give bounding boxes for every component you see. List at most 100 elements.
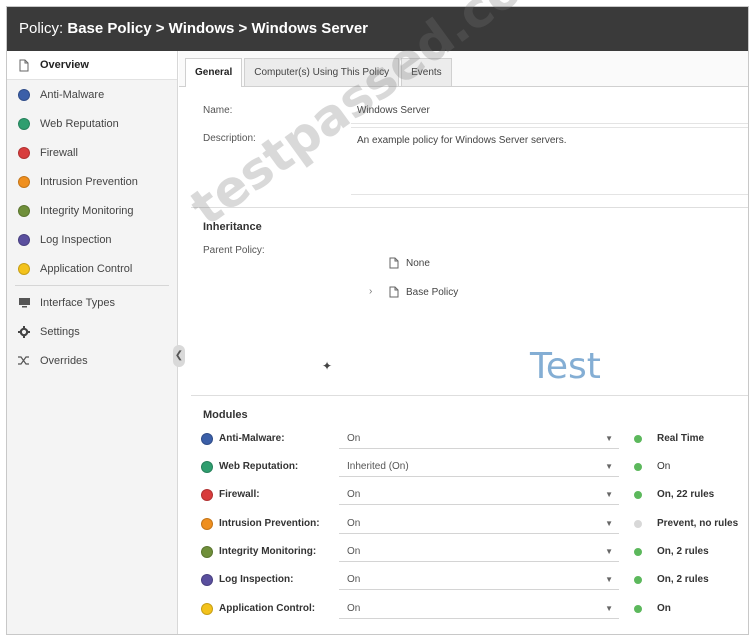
tree-item-label: Base Policy [406, 286, 459, 298]
status-dot [634, 435, 642, 443]
module-name: Integrity Monitoring: [219, 546, 317, 557]
module-state-select[interactable]: On ▼ [339, 569, 619, 590]
select-value: On [347, 518, 361, 529]
sidebar-item-settings[interactable]: Settings [7, 317, 177, 346]
firewall-icon [17, 146, 31, 160]
name-label: Name: [203, 105, 233, 116]
module-status: Prevent, no rules [657, 518, 739, 529]
sidebar-item-application-control[interactable]: Application Control [7, 254, 177, 283]
shuffle-icon [17, 354, 31, 368]
log-icon [201, 573, 213, 591]
app-control-icon [17, 262, 31, 276]
sidebar-item-label: Overrides [40, 354, 88, 367]
modules-title: Modules [203, 409, 248, 421]
mouse-cursor-icon: ✦ [322, 359, 333, 373]
module-state-select[interactable]: On ▼ [339, 484, 619, 505]
chevron-down-icon: ▼ [605, 604, 613, 613]
parent-policy-label: Parent Policy: [203, 245, 265, 256]
chevron-down-icon: ▼ [605, 490, 613, 499]
module-status: On, 22 rules [657, 489, 715, 500]
title-prefix: Policy: [19, 20, 64, 37]
sidebar-item-interface-types[interactable]: Interface Types [7, 288, 177, 317]
sidebar-item-overrides[interactable]: Overrides [7, 346, 177, 375]
sidebar: Overview Anti-Malware Web Reputation Fir… [7, 51, 178, 634]
gear-icon [17, 325, 31, 339]
chevron-down-icon: ▼ [605, 547, 613, 556]
sidebar-item-label: Settings [40, 325, 80, 338]
select-value: Inherited (On) [347, 461, 409, 472]
module-row-web-reputation: Web Reputation: Inherited (On) ▼ On [179, 453, 748, 481]
parent-option-base-policy[interactable]: Base Policy [389, 286, 458, 298]
sidebar-divider [15, 285, 169, 286]
status-dot [634, 576, 642, 584]
sidebar-item-anti-malware[interactable]: Anti-Malware [7, 80, 177, 109]
module-state-select[interactable]: On ▼ [339, 598, 619, 619]
module-state-select[interactable]: Inherited (On) ▼ [339, 456, 619, 477]
sidebar-item-log-inspection[interactable]: Log Inspection [7, 225, 177, 254]
module-status: On [657, 461, 671, 472]
sidebar-item-label: Integrity Monitoring [40, 204, 134, 217]
module-name: Web Reputation: [219, 461, 299, 472]
module-row-anti-malware: Anti-Malware: On ▼ Real Time [179, 425, 748, 453]
sidebar-item-label: Overview [40, 59, 89, 71]
document-icon [389, 257, 400, 269]
module-name: Anti-Malware: [219, 433, 285, 444]
sidebar-item-label: Firewall [40, 146, 78, 159]
sidebar-item-label: Interface Types [40, 296, 116, 309]
module-state-select[interactable]: On ▼ [339, 541, 619, 562]
sidebar-item-firewall[interactable]: Firewall [7, 138, 177, 167]
status-dot [634, 491, 642, 499]
sidebar-item-integrity-monitoring[interactable]: Integrity Monitoring [7, 196, 177, 225]
select-value: On [347, 546, 361, 557]
sidebar-item-web-reputation[interactable]: Web Reputation [7, 109, 177, 138]
module-name: Application Control: [219, 603, 316, 614]
tab-events[interactable]: Events [401, 58, 452, 86]
main-content: General Computer(s) Using This Policy Ev… [179, 51, 748, 634]
module-name: Intrusion Prevention: [219, 518, 320, 529]
module-status: Real Time [657, 433, 705, 444]
module-status: On [657, 603, 671, 614]
name-field[interactable]: Windows Server [357, 105, 430, 116]
firewall-icon [201, 488, 213, 506]
window-title-bar: Policy: Base Policy > Windows > Windows … [7, 7, 748, 51]
tree-item-label: None [406, 257, 430, 269]
ips-icon [201, 517, 213, 535]
document-icon [389, 286, 400, 298]
select-value: On [347, 433, 361, 444]
status-dot [634, 520, 642, 528]
parent-option-none[interactable]: None [389, 257, 430, 269]
select-value: On [347, 603, 361, 614]
interface-icon [17, 296, 31, 310]
divider [191, 395, 748, 396]
select-value: On [347, 574, 361, 585]
globe-icon [201, 460, 213, 478]
module-status: On, 2 rules [657, 546, 709, 557]
policy-window: Policy: Base Policy > Windows > Windows … [6, 6, 749, 635]
chevron-down-icon: ▼ [605, 519, 613, 528]
inheritance-title: Inheritance [203, 221, 262, 233]
sidebar-item-label: Anti-Malware [40, 88, 105, 101]
name-field-underline [351, 123, 748, 124]
sidebar-item-label: Web Reputation [40, 117, 119, 130]
module-state-select[interactable]: On ▼ [339, 428, 619, 449]
module-row-log-inspection: Log Inspection: On ▼ On, 2 rules [179, 566, 748, 594]
tab-general[interactable]: General [185, 58, 243, 87]
module-name: Log Inspection: [219, 574, 294, 585]
divider [191, 207, 748, 208]
sidebar-item-label: Application Control [40, 262, 133, 275]
title-policy-path: Base Policy > Windows > Windows Server [67, 20, 369, 37]
sidebar-item-intrusion-prevention[interactable]: Intrusion Prevention [7, 167, 177, 196]
integrity-icon [201, 545, 213, 563]
module-status: On, 2 rules [657, 574, 709, 585]
chevron-right-icon[interactable]: › [369, 286, 372, 297]
shield-icon [17, 88, 31, 102]
status-dot [634, 548, 642, 556]
ips-icon [17, 175, 31, 189]
sidebar-item-overview[interactable]: Overview [7, 51, 177, 80]
status-dot [634, 463, 642, 471]
module-state-select[interactable]: On ▼ [339, 513, 619, 534]
select-value: On [347, 489, 361, 500]
tab-computers-using-policy[interactable]: Computer(s) Using This Policy [244, 58, 400, 86]
module-row-firewall: Firewall: On ▼ On, 22 rules [179, 481, 748, 509]
description-text: An example policy for Windows Server ser… [357, 135, 567, 146]
